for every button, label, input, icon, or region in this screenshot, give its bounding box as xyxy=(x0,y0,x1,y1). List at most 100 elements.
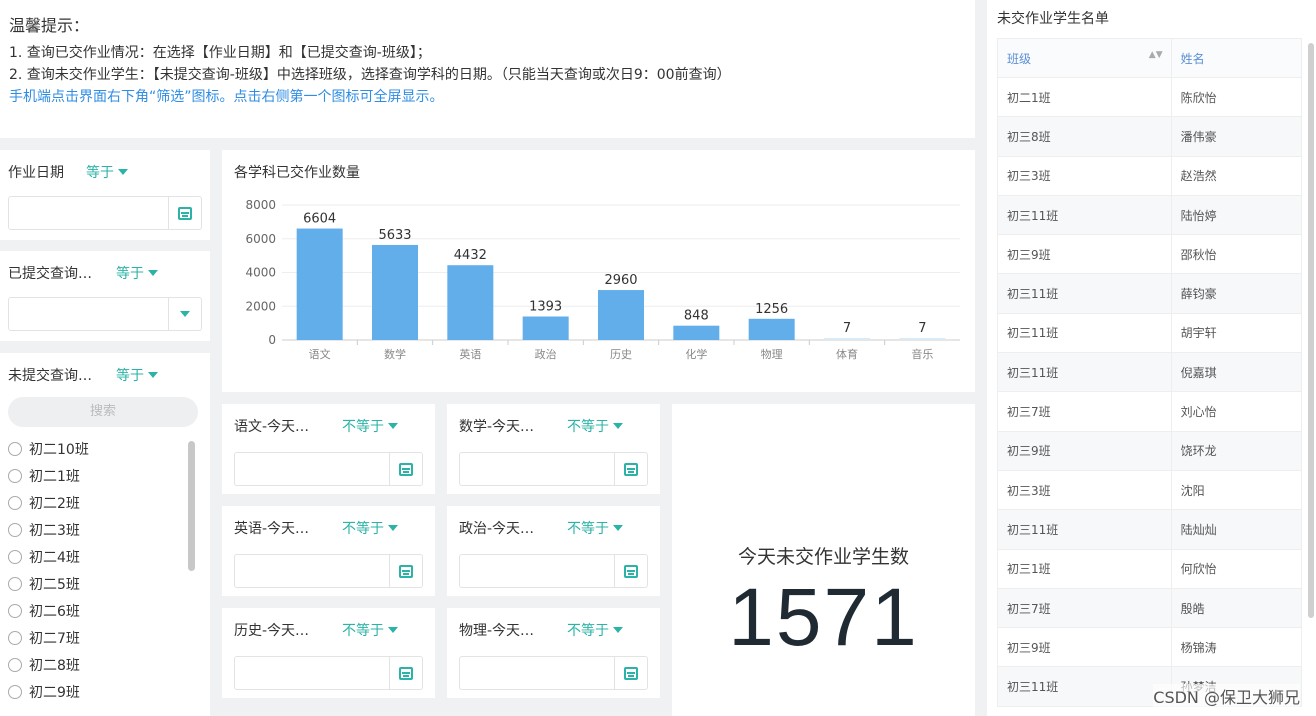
date-picker-button[interactable] xyxy=(389,453,422,485)
cell-name: 陆怡婷 xyxy=(1170,194,1303,236)
bar xyxy=(824,338,870,340)
subject-filter-operator[interactable]: 不等于 xyxy=(342,416,398,436)
date-picker-button[interactable] xyxy=(614,453,647,485)
sort-icon[interactable]: ▲▼ xyxy=(1149,50,1163,60)
subject-date-input[interactable] xyxy=(459,554,648,588)
filter-date-input[interactable] xyxy=(8,196,202,230)
table-row[interactable]: 初三11班 陆灿灿 xyxy=(997,509,1303,550)
date-picker-button[interactable] xyxy=(389,657,422,689)
y-tick-label: 2000 xyxy=(245,299,276,313)
x-tick-label: 音乐 xyxy=(911,347,933,361)
table-row[interactable]: 初三3班 赵浩然 xyxy=(997,155,1303,196)
bar xyxy=(748,318,795,340)
column-header-name[interactable]: 姓名 xyxy=(1170,38,1303,78)
class-radio-option[interactable]: 初二4班 xyxy=(8,543,202,570)
roster-table: 班级 ▲▼ 姓名 初二1班 陈欣怡 初三8班 潘伟豪 初三3班 赵浩然 初三11班 陆怡婷 初三9… xyxy=(997,38,1303,707)
subject-filter-label: 数学-今天… xyxy=(459,419,535,435)
table-row[interactable]: 初三9班 杨锦涛 xyxy=(997,627,1303,668)
dropdown-button[interactable] xyxy=(168,298,201,330)
cell-name: 倪嘉琪 xyxy=(1170,352,1303,393)
subject-filter-operator[interactable]: 不等于 xyxy=(567,518,623,538)
subject-filter-label: 英语-今天… xyxy=(234,521,310,537)
subject-filter-label: 物理-今天… xyxy=(459,623,535,639)
table-row[interactable]: 初三7班 刘心怡 xyxy=(997,391,1303,432)
subject-date-input[interactable] xyxy=(234,554,423,588)
table-row[interactable]: 初三3班 沈阳 xyxy=(997,469,1303,511)
filter-unsubmitted-operator[interactable]: 等于 xyxy=(116,365,158,385)
class-radio-option[interactable]: 初二1班 xyxy=(8,462,202,489)
caret-down-icon xyxy=(613,525,623,531)
table-row[interactable]: 初三9班 邵秋怡 xyxy=(997,234,1303,275)
column-header-class[interactable]: 班级 ▲▼ xyxy=(997,38,1172,78)
table-row[interactable]: 初三11班 倪嘉琪 xyxy=(997,352,1303,393)
kpi-card: 今天未交作业学生数 1571 xyxy=(672,404,975,716)
class-search-input[interactable]: 搜索 xyxy=(8,397,198,427)
filter-submitted-select[interactable] xyxy=(8,297,202,331)
subject-filter-operator[interactable]: 不等于 xyxy=(567,416,623,436)
table-row[interactable]: 初三7班 殷皓 xyxy=(997,587,1303,629)
date-picker-button[interactable] xyxy=(614,657,647,689)
cell-class: 初三3班 xyxy=(997,155,1172,196)
filter-submitted-operator[interactable]: 等于 xyxy=(116,263,158,283)
cell-class: 初三9班 xyxy=(997,234,1172,275)
subject-date-input[interactable] xyxy=(459,656,648,690)
data-label: 7 xyxy=(843,321,851,336)
filter-unsubmitted-label: 未提交查询… xyxy=(8,368,92,384)
calendar-icon xyxy=(624,462,638,476)
cell-name: 胡宇轩 xyxy=(1170,312,1303,354)
date-picker-button[interactable] xyxy=(389,555,422,587)
table-row[interactable]: 初三9班 饶环龙 xyxy=(997,430,1303,471)
x-tick-label: 历史 xyxy=(610,348,632,361)
table-row[interactable]: 初二1班 陈欣怡 xyxy=(997,76,1303,118)
calendar-icon xyxy=(399,666,413,680)
cell-class: 初三9班 xyxy=(997,430,1172,471)
calendar-icon xyxy=(399,462,413,476)
data-label: 5633 xyxy=(378,228,411,243)
subject-filter-operator[interactable]: 不等于 xyxy=(342,620,398,640)
subject-date-input[interactable] xyxy=(234,656,423,690)
bar-chart: 0 2000 4000 6000 8000 6604 语文 5633 数学 4432 英语 1393 政… xyxy=(245,198,960,361)
cell-name: 陈欣怡 xyxy=(1170,76,1303,118)
data-label: 848 xyxy=(684,309,709,324)
class-radio-option[interactable]: 初二5班 xyxy=(8,570,202,597)
class-radio-option[interactable]: 初二6班 xyxy=(8,597,202,624)
date-picker-button[interactable] xyxy=(614,555,647,587)
radio-circle-icon xyxy=(8,549,22,564)
data-label: 6604 xyxy=(303,212,336,227)
cell-name: 杨锦涛 xyxy=(1170,627,1303,668)
subject-filter-operator[interactable]: 不等于 xyxy=(567,620,623,640)
class-radio-option[interactable]: 初二7班 xyxy=(8,624,202,651)
class-radio-option[interactable]: 初二10班 xyxy=(8,435,202,462)
date-picker-button[interactable] xyxy=(168,197,201,229)
notice-line-1: 1. 查询已交作业情况：在选择【作业日期】和【已提交查询-班级】； xyxy=(9,45,431,61)
filter-submitted-label: 已提交查询… xyxy=(8,266,92,282)
subject-date-input[interactable] xyxy=(234,452,423,486)
cell-name: 何欣怡 xyxy=(1170,548,1303,589)
class-radio-option[interactable]: 初二2班 xyxy=(8,489,202,516)
notice-line-3: 手机端点击界面右下角“筛选”图标。点击右侧第一个图标可全屏显示。 xyxy=(9,89,444,105)
class-radio-option[interactable]: 初二3班 xyxy=(8,516,202,543)
subject-filter: 英语-今天… 不等于 xyxy=(222,506,435,596)
class-radio-option[interactable]: 初二9班 xyxy=(8,678,202,705)
table-row[interactable]: 初三1班 何欣怡 xyxy=(997,548,1303,589)
bar xyxy=(372,244,418,340)
subject-filter-operator[interactable]: 不等于 xyxy=(342,518,398,538)
subject-date-input[interactable] xyxy=(459,452,648,486)
y-tick-label: 8000 xyxy=(245,198,276,212)
radio-list-scrollbar[interactable] xyxy=(188,441,195,571)
filter-date-operator[interactable]: 等于 xyxy=(86,162,128,182)
table-row[interactable]: 初三11班 陆怡婷 xyxy=(997,194,1303,236)
filter-date: 作业日期 等于 xyxy=(0,150,210,240)
kpi-label: 今天未交作业学生数 xyxy=(737,546,909,568)
caret-down-icon xyxy=(388,525,398,531)
table-row[interactable]: 初三8班 潘伟豪 xyxy=(997,116,1303,157)
table-row[interactable]: 初三11班 胡宇轩 xyxy=(997,312,1303,354)
x-tick-label: 政治 xyxy=(535,347,557,361)
cell-name: 薛钧豪 xyxy=(1170,273,1303,314)
bar xyxy=(899,338,946,340)
caret-down-icon xyxy=(613,423,623,429)
table-row[interactable]: 初三11班 薛钧豪 xyxy=(997,273,1303,314)
caret-down-icon xyxy=(118,169,128,175)
class-radio-option[interactable]: 初二8班 xyxy=(8,651,202,678)
roster-scrollbar[interactable] xyxy=(1308,43,1314,618)
